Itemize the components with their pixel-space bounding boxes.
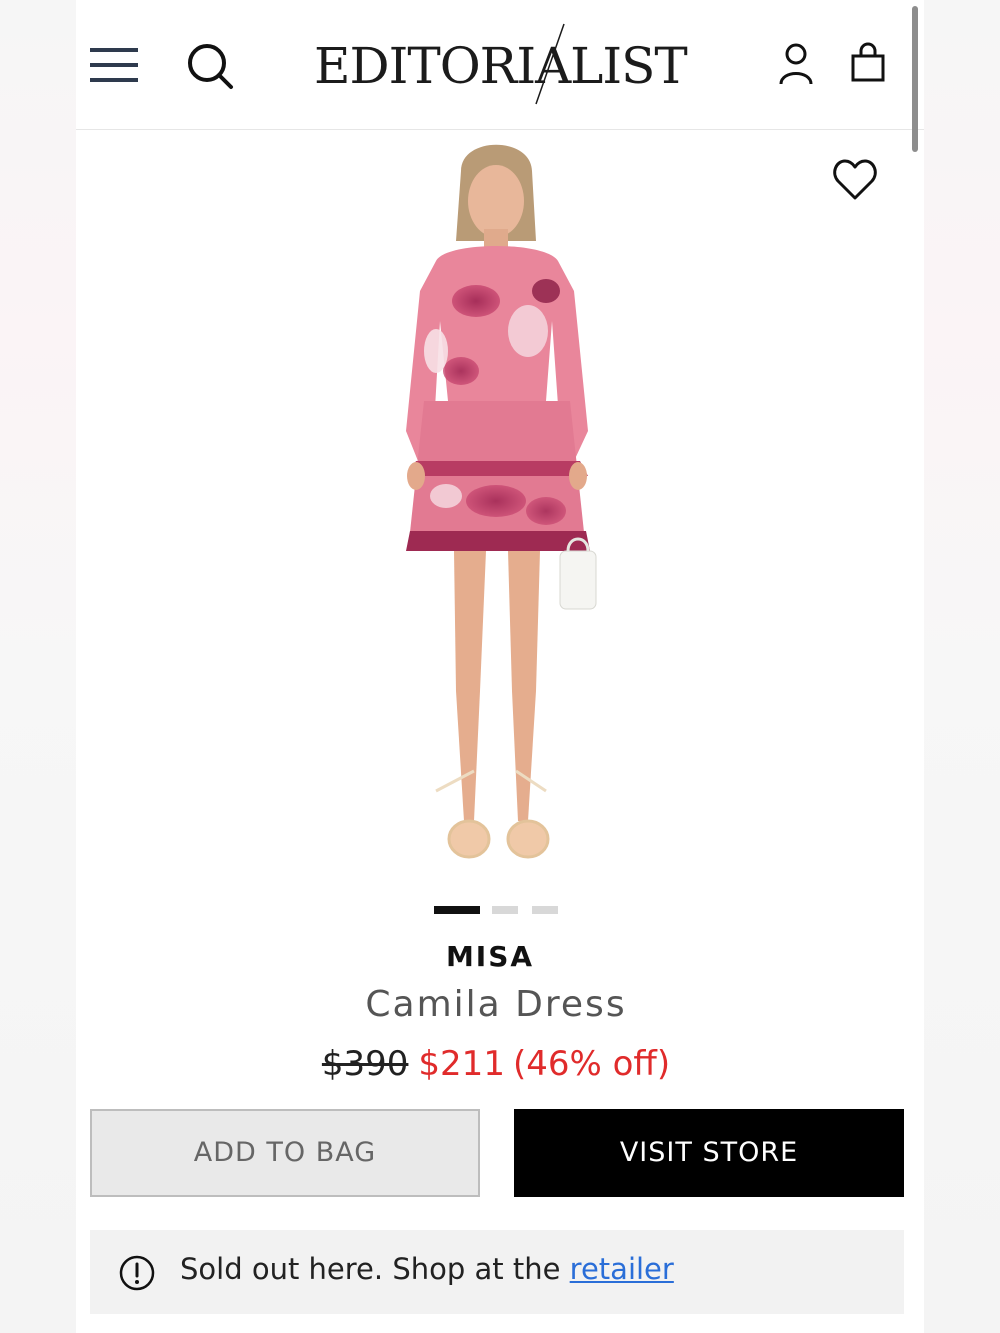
original-price: $390 (321, 1044, 409, 1084)
product-page: EDITORIALIST MISA Camila Dress $390 $211… (76, 0, 924, 1333)
price-row: $390 $211 (46% off) (76, 1044, 916, 1084)
notice-text: Sold out here. Shop at the retailer (180, 1252, 674, 1286)
product-name: Camila Dress (365, 984, 627, 1025)
account-icon[interactable] (776, 42, 816, 86)
retailer-link[interactable]: retailer (570, 1252, 674, 1286)
search-icon[interactable] (186, 42, 234, 90)
menu-icon[interactable] (90, 44, 140, 86)
logo-slash-mark (535, 23, 565, 105)
alert-circle-icon (119, 1255, 155, 1291)
discount-percent: (46% off) (512, 1044, 671, 1084)
site-header: EDITORIALIST (76, 0, 924, 130)
backdrop-left (0, 0, 76, 1333)
site-logo[interactable]: EDITORIALIST (314, 36, 688, 96)
sold-out-notice: Sold out here. Shop at the retailer (90, 1230, 904, 1314)
visit-store-button[interactable]: VISIT STORE (514, 1109, 904, 1197)
scrollbar[interactable] (912, 6, 918, 152)
product-brand[interactable]: MISA (76, 940, 904, 973)
carousel-dot[interactable] (532, 906, 558, 914)
shopping-bag-icon[interactable] (848, 40, 888, 84)
model-photo (406, 144, 597, 859)
carousel-dot[interactable] (492, 906, 518, 914)
image-carousel-indicator (434, 906, 564, 916)
backdrop-right (924, 0, 1000, 1333)
notice-message: Sold out here. Shop at the (180, 1252, 570, 1286)
carousel-dot-active[interactable] (434, 906, 480, 914)
sale-price: $211 (418, 1044, 505, 1084)
product-image[interactable] (76, 131, 924, 901)
add-to-bag-button[interactable]: ADD TO BAG (90, 1109, 480, 1197)
wishlist-heart-icon[interactable] (832, 158, 878, 202)
